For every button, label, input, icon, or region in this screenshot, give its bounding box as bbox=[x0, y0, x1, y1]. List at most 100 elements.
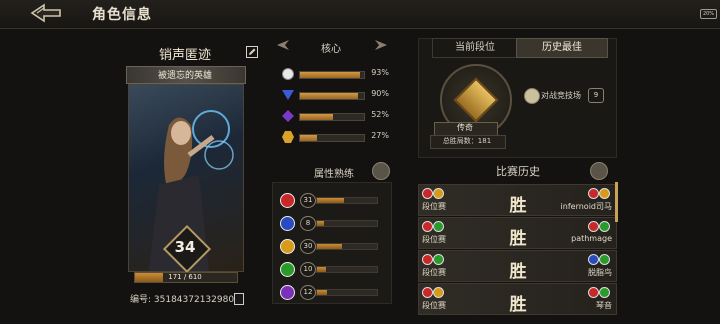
core-bar bbox=[299, 92, 365, 100]
opponent-name: 琴音 bbox=[596, 301, 612, 310]
core-percent: 90% bbox=[371, 89, 389, 98]
opponent-attribute-icon bbox=[588, 221, 599, 232]
core-bar bbox=[299, 113, 365, 121]
blue-triangle-icon bbox=[282, 90, 294, 100]
attribute-bar-fill bbox=[317, 221, 325, 226]
core-percent: 27% bbox=[371, 131, 389, 140]
my-attribute-icon bbox=[433, 254, 444, 265]
attribute-value: 10 bbox=[300, 262, 316, 277]
my-attribute-icon bbox=[422, 188, 433, 199]
core-next-arrow-icon[interactable] bbox=[374, 39, 388, 51]
core-bar-fill bbox=[300, 93, 358, 99]
opponent-name: 脱脂鸟 bbox=[588, 268, 612, 277]
opponent-name: infernoid司马 bbox=[560, 202, 612, 211]
attribute-row: 10 bbox=[280, 261, 380, 277]
red-attribute-icon bbox=[280, 193, 295, 208]
edit-icon[interactable] bbox=[246, 46, 258, 58]
rank-name: 传奇 bbox=[457, 123, 473, 132]
arena-label: 对战竞技场 bbox=[541, 91, 581, 100]
tab-best-rank[interactable]: 历史最佳 bbox=[516, 38, 608, 58]
match-result: 胜 bbox=[509, 262, 527, 282]
purple-attribute-icon bbox=[280, 285, 295, 300]
attribute-bar bbox=[316, 197, 378, 204]
page-title: 角色信息 bbox=[92, 7, 152, 23]
arena-icon bbox=[524, 88, 540, 104]
hero-level: 34 bbox=[174, 238, 196, 256]
hero-name: 销声匿迹 bbox=[158, 48, 211, 63]
core-bar bbox=[299, 71, 365, 79]
opponent-attribute-icon bbox=[588, 254, 599, 265]
attribute-row: 30 bbox=[280, 238, 380, 254]
core-percent: 52% bbox=[371, 110, 389, 119]
green-attribute-icon bbox=[280, 262, 295, 277]
purple-gem-icon bbox=[282, 110, 294, 122]
my-attribute-icon bbox=[422, 254, 433, 265]
opponent-attribute-icon bbox=[599, 221, 610, 232]
core-bar bbox=[299, 134, 365, 142]
match-row[interactable]: 段位赛 胜 infernoid司马 bbox=[418, 184, 617, 216]
attribute-bar-fill bbox=[317, 267, 326, 272]
core-percent: 93% bbox=[371, 68, 389, 77]
attribute-row: 12 bbox=[280, 284, 380, 300]
my-attribute-icon bbox=[422, 287, 433, 298]
attribute-value: 30 bbox=[300, 239, 316, 254]
history-scrollbar[interactable] bbox=[615, 182, 618, 222]
opponent-attribute-icon bbox=[599, 254, 610, 265]
attribute-bar-fill bbox=[317, 290, 328, 295]
battery-indicator: 20% bbox=[700, 9, 717, 19]
opponent-attribute-icon bbox=[599, 287, 610, 298]
attribute-bar-fill bbox=[317, 198, 344, 203]
attribute-bar-fill bbox=[317, 244, 343, 249]
match-row[interactable]: 段位赛 胜 脱脂鸟 bbox=[418, 250, 617, 282]
back-arrow-icon[interactable] bbox=[28, 2, 64, 24]
match-mode: 段位赛 bbox=[422, 235, 446, 244]
attribute-bar bbox=[316, 289, 378, 296]
my-attribute-icon bbox=[433, 287, 444, 298]
attribute-bar bbox=[316, 243, 378, 250]
attribute-row: 31 bbox=[280, 192, 380, 208]
core-prev-arrow-icon[interactable] bbox=[276, 39, 290, 51]
opponent-attribute-icon bbox=[588, 188, 599, 199]
hero-title: 被遗忘的英雄 bbox=[157, 71, 212, 81]
blue-attribute-icon bbox=[280, 216, 295, 231]
my-attribute-icon bbox=[433, 221, 444, 232]
core-row: 90% bbox=[281, 88, 391, 102]
match-mode: 段位赛 bbox=[422, 268, 446, 277]
serial-number: 编号: 35184372132980 bbox=[130, 295, 235, 305]
match-row[interactable]: 段位赛 胜 pathmage bbox=[418, 217, 617, 249]
opponent-attribute-icon bbox=[588, 287, 599, 298]
attribute-value: 8 bbox=[300, 216, 316, 231]
my-attribute-icon bbox=[433, 188, 444, 199]
match-history-title: 比赛历史 bbox=[496, 165, 540, 178]
gold-attribute-icon bbox=[280, 239, 295, 254]
attribute-value: 12 bbox=[300, 285, 316, 300]
match-result: 胜 bbox=[509, 196, 527, 216]
attribute-row: 8 bbox=[280, 215, 380, 231]
core-row: 52% bbox=[281, 109, 391, 123]
core-bar-fill bbox=[300, 135, 318, 141]
total-wins: 总胜局数：181 bbox=[442, 137, 492, 145]
match-mode: 段位赛 bbox=[422, 301, 446, 310]
attribute-bar bbox=[316, 220, 378, 227]
match-row[interactable]: 段位赛 胜 琴音 bbox=[418, 283, 617, 315]
arena-count: 9 bbox=[588, 88, 604, 103]
opponent-attribute-icon bbox=[599, 188, 610, 199]
copy-icon[interactable] bbox=[234, 293, 244, 305]
match-result: 胜 bbox=[509, 295, 527, 315]
white-orb-icon bbox=[282, 68, 294, 80]
core-bar-fill bbox=[300, 72, 360, 78]
core-title: 核心 bbox=[321, 44, 341, 55]
core-bar-fill bbox=[300, 114, 334, 120]
my-attribute-icon bbox=[422, 221, 433, 232]
tab-current-rank[interactable]: 当前段位 bbox=[432, 38, 518, 58]
core-row: 27% bbox=[281, 130, 391, 144]
attributes-eye-icon[interactable] bbox=[372, 162, 390, 180]
history-eye-icon[interactable] bbox=[590, 162, 608, 180]
xp-text: 171 / 610 bbox=[168, 273, 202, 281]
match-mode: 段位赛 bbox=[422, 202, 446, 211]
opponent-name: pathmage bbox=[571, 234, 612, 243]
core-row: 93% bbox=[281, 67, 391, 81]
attribute-value: 31 bbox=[300, 193, 316, 208]
attributes-title: 属性熟练 bbox=[314, 169, 354, 180]
match-result: 胜 bbox=[509, 229, 527, 249]
